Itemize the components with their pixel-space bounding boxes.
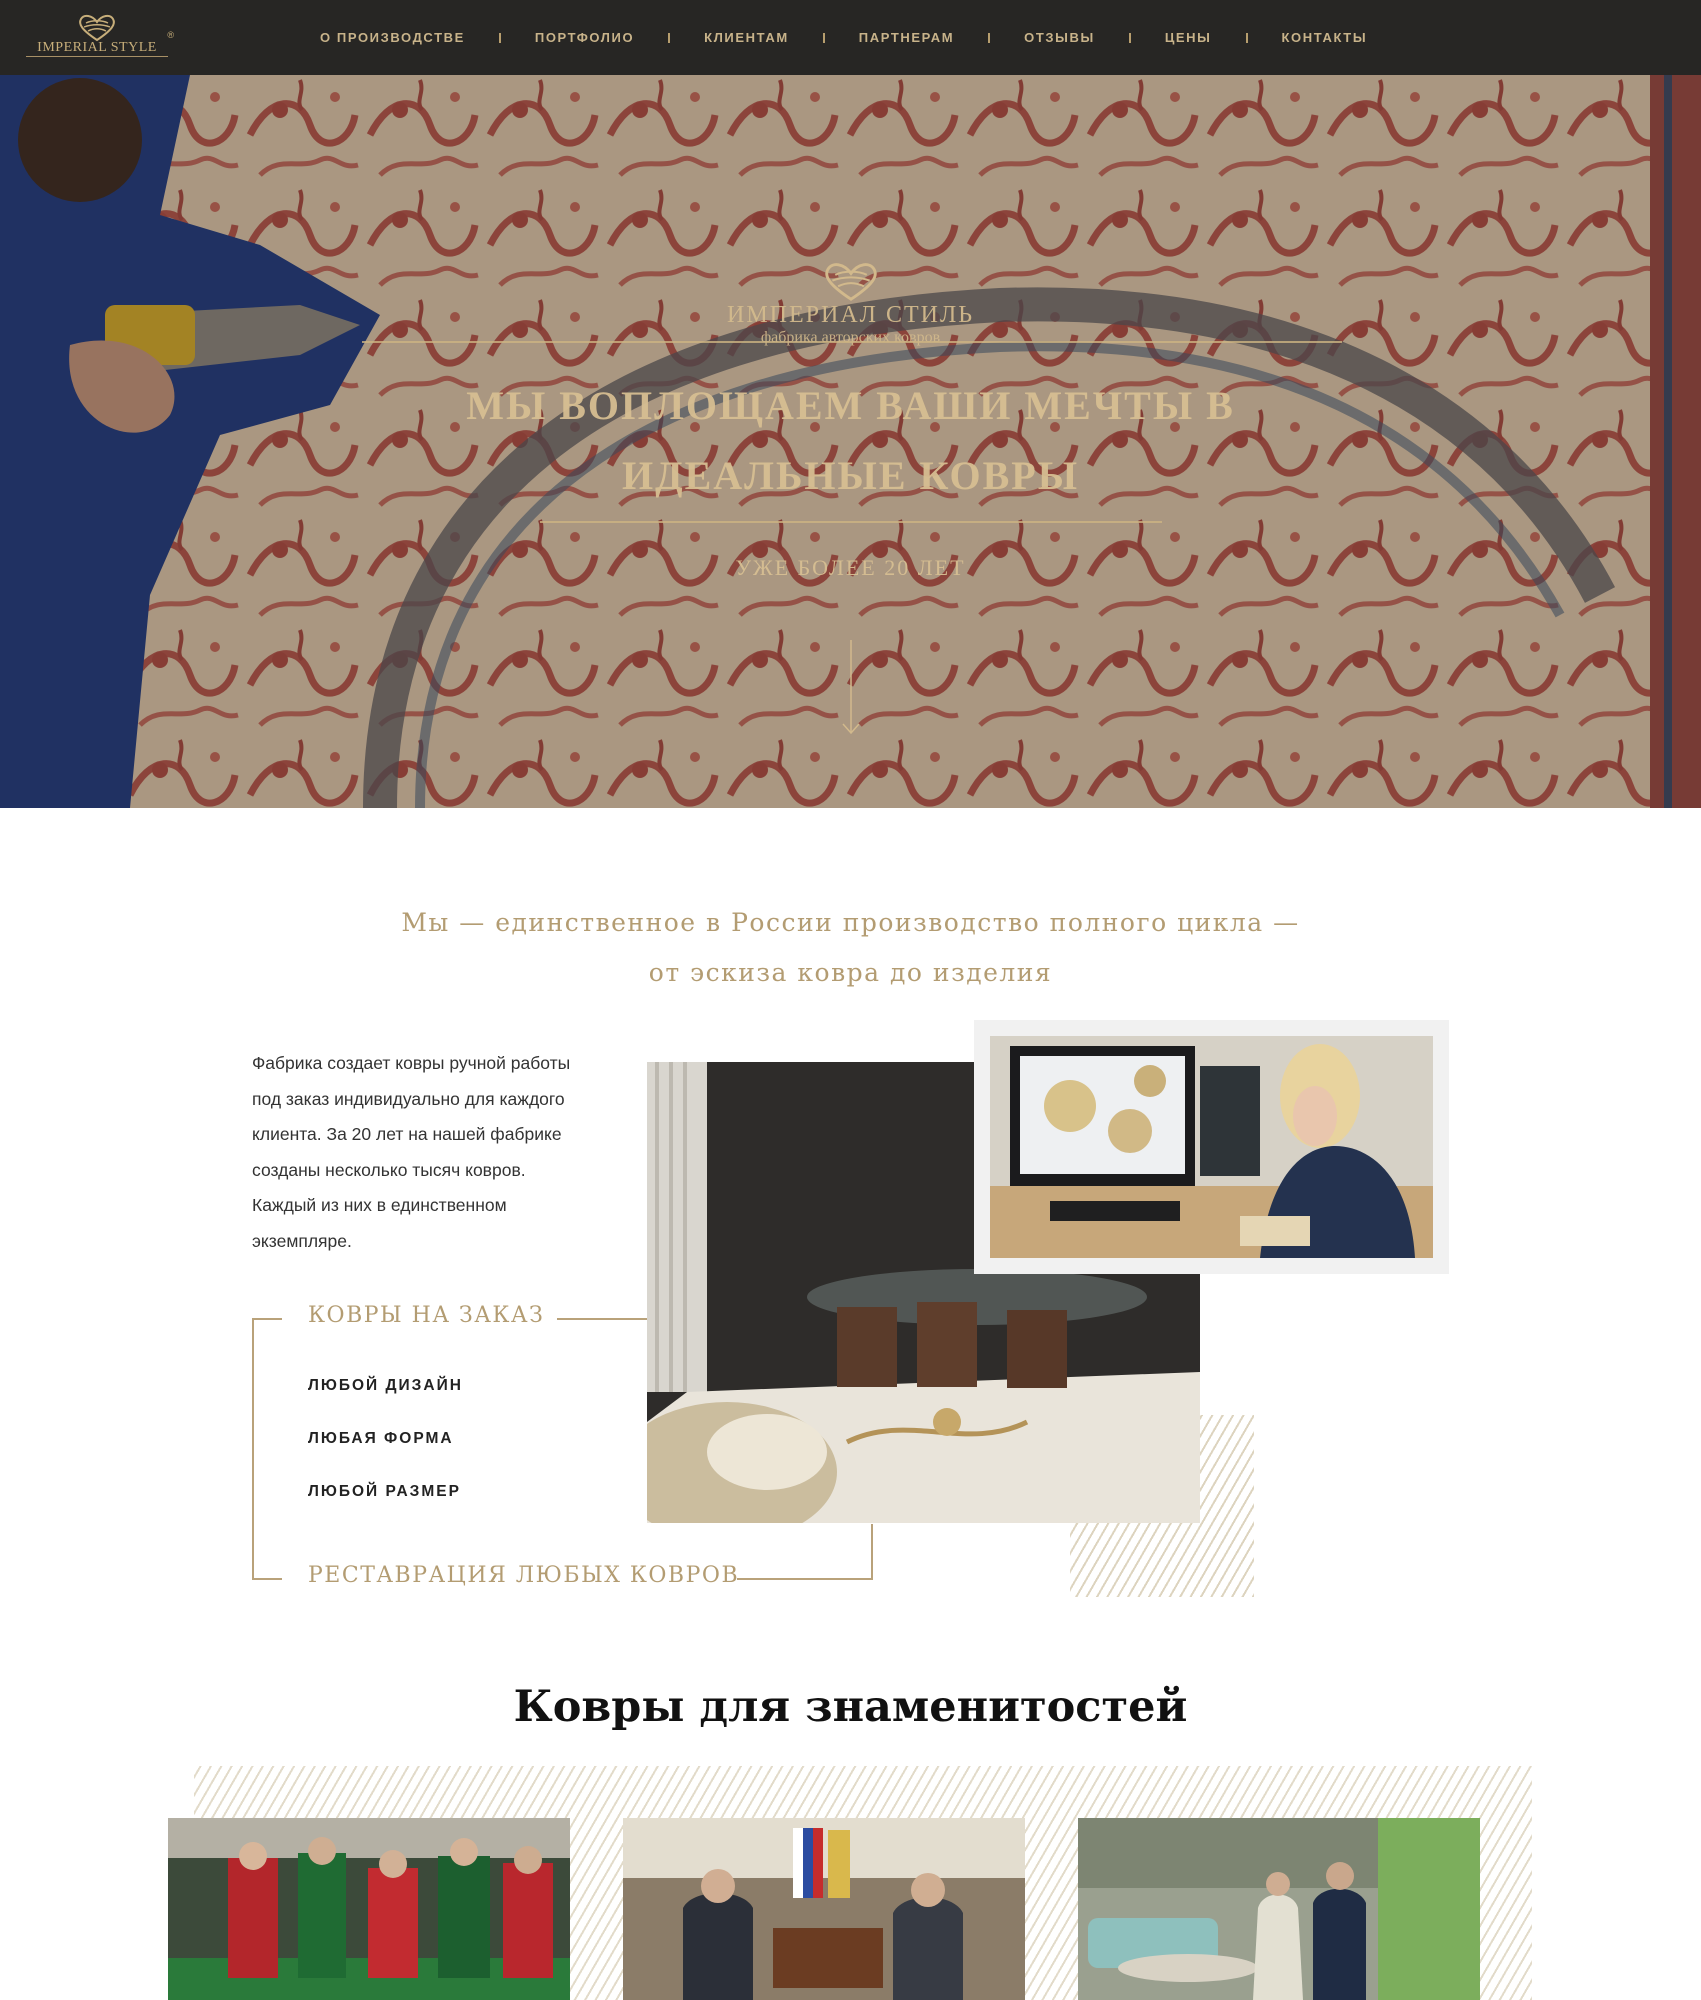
description-line: Фабрика создает ковры ручной работы <box>252 1053 571 1073</box>
about-description: Фабрика создает ковры ручной работы под … <box>252 1046 622 1259</box>
nav-separator <box>498 32 501 43</box>
nav-item-production[interactable]: О ПРОИЗВОДСТВЕ <box>320 30 465 45</box>
hero-divider-top <box>362 341 1342 343</box>
feature-any-design: ЛЮБОЙ ДИЗАЙН <box>308 1377 463 1394</box>
nav-separator <box>988 32 991 43</box>
bracket-line <box>252 1578 282 1580</box>
designer-photo-graphic <box>990 1036 1433 1258</box>
bracket-line <box>737 1578 873 1580</box>
nav-item-prices[interactable]: ЦЕНЫ <box>1165 30 1212 45</box>
registered-mark-icon: ® <box>167 30 174 40</box>
nav-item-partners[interactable]: ПАРТНЕРАМ <box>859 30 954 45</box>
hero-title-line-2: ИДЕАЛЬНЫЕ КОВРЫ <box>621 453 1080 498</box>
imperial-style-logo[interactable]: IMPERIAL STYLE ® <box>26 14 174 62</box>
designer-at-computer-photo <box>990 1036 1433 1258</box>
nav-item-portfolio[interactable]: ПОРТФОЛИО <box>535 30 634 45</box>
hero-banner: ИМПЕРИАЛ СТИЛЬ фабрика авторских ковров … <box>0 75 1701 808</box>
description-line: под заказ индивидуально для каждого <box>252 1088 565 1109</box>
nav-separator <box>1245 32 1248 43</box>
custom-carpets-heading[interactable]: КОВРЫ НА ЗАКАЗ <box>308 1303 544 1328</box>
celebrities-title: Ковры для знаменитостей <box>513 1682 1188 1732</box>
heart-emblem-icon <box>79 14 115 42</box>
nav-item-clients[interactable]: КЛИЕНТАМ <box>704 30 789 45</box>
bracket-line <box>252 1318 254 1580</box>
hero-brand-name: ИМПЕРИАЛ СТИЛЬ <box>726 302 974 328</box>
nav-item-reviews[interactable]: ОТЗЫВЫ <box>1024 30 1095 45</box>
main-menu: О ПРОИЗВОДСТВЕ ПОРТФОЛИО КЛИЕНТАМ ПАРТНЕ… <box>320 0 1367 75</box>
hockey-team-photo-graphic <box>168 1818 570 2000</box>
hero-subtitle: УЖЕ БОЛЕЕ 20 ЛЕТ <box>735 555 966 580</box>
hero-title: МЫ ВОПЛОЩАЕМ ВАШИ МЕЧТЫ В ИДЕАЛЬНЫЕ КОВР… <box>300 371 1401 511</box>
interior-visit-photo-graphic <box>1078 1818 1480 2000</box>
restoration-heading[interactable]: РЕСТАВРАЦИЯ ЛЮБЫХ КОВРОВ <box>308 1563 739 1588</box>
nav-separator <box>1128 32 1131 43</box>
description-line: Каждый из них в единственном <box>252 1195 507 1215</box>
celebrity-photo-interior-visit[interactable] <box>1078 1818 1480 2000</box>
top-navigation-bar: IMPERIAL STYLE ® О ПРОИЗВОДСТВЕ ПОРТФОЛИ… <box>0 0 1701 75</box>
heart-emblem-icon <box>824 263 877 301</box>
feature-any-shape: ЛЮБАЯ ФОРМА <box>308 1430 454 1447</box>
bracket-line <box>871 1524 873 1580</box>
hero-divider-bottom <box>540 521 1162 523</box>
feature-any-size: ЛЮБОЙ РАЗМЕР <box>308 1483 461 1500</box>
logo-text: IMPERIAL STYLE <box>37 40 157 55</box>
logo-underline <box>26 56 168 57</box>
hero-brand-block: ИМПЕРИАЛ СТИЛЬ фабрика авторских ковров <box>0 260 1701 347</box>
celebrity-photo-hockey-team[interactable] <box>168 1818 570 2000</box>
about-intro: Мы — единственное в России производство … <box>0 898 1701 998</box>
arrow-down-icon[interactable] <box>840 640 862 740</box>
official-meeting-photo-graphic <box>623 1818 1025 2000</box>
bracket-line <box>252 1318 282 1320</box>
bracket-line <box>557 1318 647 1320</box>
hero-title-line-1: МЫ ВОПЛОЩАЕМ ВАШИ МЕЧТЫ В <box>466 383 1235 428</box>
description-line: клиента. За 20 лет на нашей фабрике <box>252 1124 562 1144</box>
description-line: созданы несколько тысяч ковров. <box>252 1159 526 1180</box>
hero-brand-tagline: фабрика авторских ковров <box>760 329 941 346</box>
nav-separator <box>668 32 671 43</box>
about-intro-line-2: от эскиза ковра до изделия <box>648 958 1053 987</box>
description-line: экземпляре. <box>252 1230 352 1251</box>
celebrity-photo-official-meeting[interactable] <box>623 1818 1025 2000</box>
about-intro-line-1: Мы — единственное в России производство … <box>401 908 1300 937</box>
nav-separator <box>822 32 825 43</box>
nav-item-contacts[interactable]: КОНТАКТЫ <box>1282 30 1368 45</box>
